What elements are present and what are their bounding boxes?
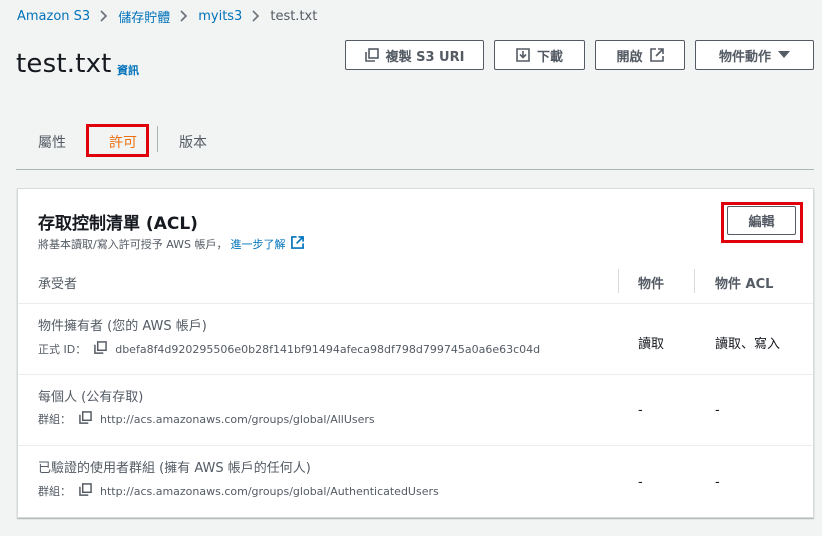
column-header-grantee: 承受者 xyxy=(38,277,78,292)
object-acl-permission: 讀取、寫入 xyxy=(715,337,781,352)
grantee-id-value: dbefa8f4d920295506e0b28f141bf91494afeca9… xyxy=(115,342,541,356)
row-divider xyxy=(18,445,813,446)
caret-down-icon xyxy=(778,51,790,59)
object-actions-button[interactable]: 物件動作 xyxy=(695,40,814,70)
chevron-right-icon xyxy=(252,10,260,22)
grantee-group: 群組： http://acs.amazonaws.com/groups/glob… xyxy=(38,411,375,427)
tab-properties[interactable]: 屬性 xyxy=(38,132,66,152)
acl-description-text: 將基本讀取/寫入許可授予 AWS 帳戶， xyxy=(38,238,228,251)
chevron-right-icon xyxy=(100,10,108,22)
open-button[interactable]: 開啟 xyxy=(595,40,685,70)
download-button[interactable]: 下載 xyxy=(494,40,585,70)
grantee-name: 每個人 (公有存取) xyxy=(38,390,144,405)
tab-divider xyxy=(157,126,158,152)
grantee-group: 群組： http://acs.amazonaws.com/groups/glob… xyxy=(38,483,439,499)
object-permission: - xyxy=(638,475,643,490)
tab-permissions[interactable]: 許可 xyxy=(109,132,137,152)
tab-bar: 屬性 許可 版本 xyxy=(16,124,814,170)
object-acl-permission: - xyxy=(715,475,720,490)
copy-icon xyxy=(364,48,379,62)
copy-icon[interactable] xyxy=(79,411,100,427)
grantee-group-label: 群組： xyxy=(38,485,71,498)
breadcrumb: Amazon S3 儲存貯體 myits3 test.txt xyxy=(17,7,318,26)
acl-panel: 存取控制清單 (ACL) 將基本讀取/寫入許可授予 AWS 帳戶， 進一步了解 … xyxy=(17,188,814,518)
open-label: 開啟 xyxy=(616,49,643,65)
column-header-object: 物件 xyxy=(638,277,665,292)
learn-more-link[interactable]: 進一步了解 xyxy=(230,236,285,252)
breadcrumb-bucket-myits3[interactable]: myits3 xyxy=(198,9,242,24)
object-permission: - xyxy=(638,403,643,418)
object-permission: 讀取 xyxy=(638,337,665,352)
acl-title: 存取控制清單 (ACL) xyxy=(38,214,198,234)
chevron-right-icon xyxy=(180,10,188,22)
breadcrumb-amazon-s3[interactable]: Amazon S3 xyxy=(17,9,90,24)
grantee-group-value: http://acs.amazonaws.com/groups/global/A… xyxy=(100,484,439,498)
row-divider xyxy=(18,374,813,375)
download-icon xyxy=(516,48,530,62)
grantee-name: 物件擁有者 (您的 AWS 帳戶) xyxy=(38,319,207,334)
breadcrumb-buckets[interactable]: 儲存貯體 xyxy=(118,7,170,26)
info-link[interactable]: 資訊 xyxy=(117,62,139,78)
page-title: test.txt xyxy=(16,49,112,79)
copy-icon[interactable] xyxy=(79,483,100,499)
external-link-icon xyxy=(288,236,305,252)
grantee-name: 已驗證的使用者群組 (擁有 AWS 帳戶的任何人) xyxy=(38,461,311,476)
grantee-group-label: 群組： xyxy=(38,413,71,426)
external-link-icon xyxy=(649,48,664,62)
copy-icon[interactable] xyxy=(94,341,115,357)
copy-s3-uri-button[interactable]: 複製 S3 URI xyxy=(345,40,484,70)
column-divider xyxy=(694,269,695,293)
acl-description: 將基本讀取/寫入許可授予 AWS 帳戶， 進一步了解 xyxy=(38,236,305,252)
column-header-object-acl: 物件 ACL xyxy=(715,277,774,292)
object-acl-permission: - xyxy=(715,403,720,418)
object-actions-label: 物件動作 xyxy=(718,49,771,65)
copy-s3-uri-label: 複製 S3 URI xyxy=(385,49,465,65)
grantee-id: 正式 ID： dbefa8f4d920295506e0b28f141bf9149… xyxy=(38,341,540,357)
tab-versions[interactable]: 版本 xyxy=(179,132,207,152)
column-divider xyxy=(618,269,619,293)
breadcrumb-current-object: test.txt xyxy=(270,8,318,24)
edit-acl-button[interactable]: 編輯 xyxy=(727,206,796,235)
row-divider xyxy=(18,303,813,304)
grantee-group-value: http://acs.amazonaws.com/groups/global/A… xyxy=(100,412,375,426)
download-label: 下載 xyxy=(536,49,563,65)
grantee-id-label: 正式 ID： xyxy=(38,343,87,356)
